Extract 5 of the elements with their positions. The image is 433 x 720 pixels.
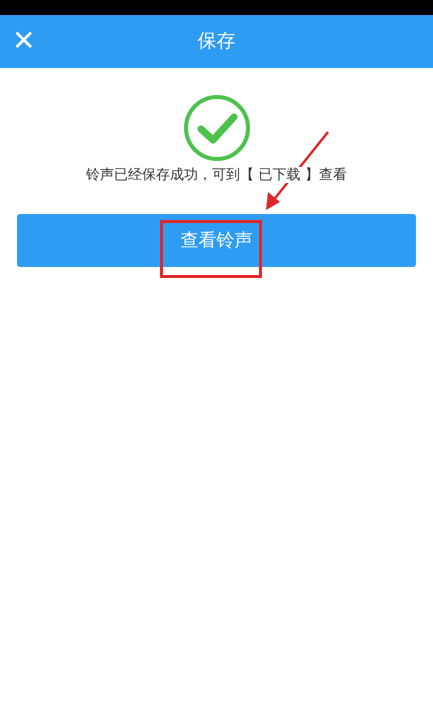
success-check-icon	[182, 94, 250, 162]
success-message: 铃声已经保存成功，可到【 已下载 】查看	[86, 167, 347, 183]
page-title: 保存	[198, 29, 236, 54]
close-button[interactable]: ✕	[8, 23, 40, 59]
view-ringtone-button[interactable]: 查看铃声	[17, 214, 416, 267]
